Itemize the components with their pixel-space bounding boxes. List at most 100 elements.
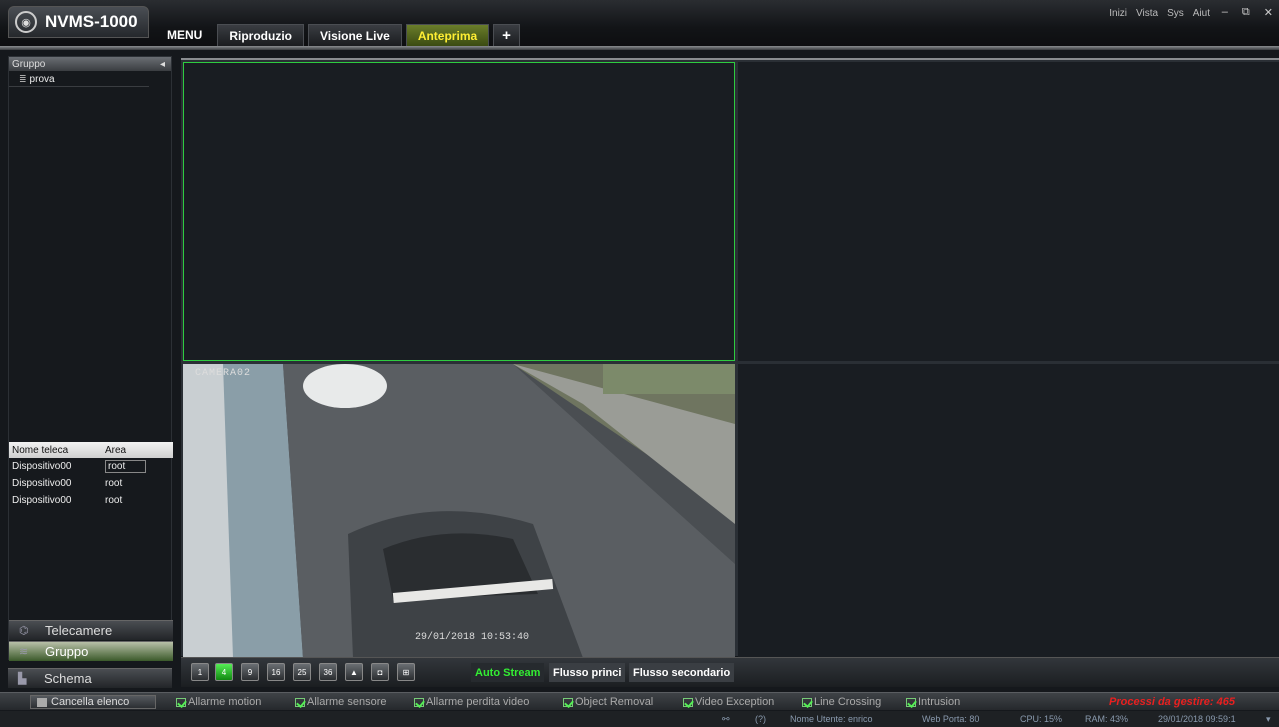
close-icon[interactable]: ✕	[1264, 6, 1273, 19]
status-datetime: 29/01/2018 09:59:1	[1158, 714, 1236, 724]
checkbox-icon[interactable]	[906, 697, 916, 707]
nav-label: Schema	[44, 671, 92, 686]
checkbox-icon[interactable]	[176, 697, 186, 707]
table-row[interactable]: Dispositivo00 root	[9, 458, 173, 475]
column-header-area[interactable]: Area	[105, 445, 126, 456]
filter-label: Allarme motion	[188, 696, 262, 708]
layout-1-button[interactable]: 1	[191, 663, 209, 681]
filter-object-removal[interactable]: Object Removal	[563, 696, 653, 708]
window-controls: – ⧉ ✕	[1208, 6, 1273, 19]
layout-36-button[interactable]: 36	[319, 663, 337, 681]
column-header-name[interactable]: Nome teleca	[9, 445, 105, 456]
area-cell: root	[105, 495, 123, 506]
nav-label: Telecamere	[45, 623, 113, 638]
camera-icon: ⌬	[19, 625, 29, 637]
group-panel-title: Gruppo	[12, 58, 46, 70]
video-channel-3[interactable]: CAMERA02 29/01/2018 10:53:40	[183, 364, 735, 658]
status-user: Nome Utente: enrico	[790, 714, 873, 724]
filter-perdita-video[interactable]: Allarme perdita video	[414, 696, 529, 708]
tab-menu[interactable]: MENU	[156, 24, 213, 46]
checkbox-icon[interactable]	[295, 697, 305, 707]
video-channel-4[interactable]	[738, 364, 1279, 658]
camera-table-header: Nome teleca Area	[9, 442, 173, 458]
network-icon: ⚯	[722, 714, 730, 724]
minimize-icon[interactable]: –	[1222, 6, 1228, 19]
collapse-arrow-icon[interactable]: ◂	[160, 59, 165, 70]
camera-table: Nome teleca Area Dispositivo00 root Disp…	[9, 442, 173, 509]
nav-telecamere[interactable]: ⌬ Telecamere	[9, 620, 173, 640]
clear-list-icon	[37, 697, 47, 707]
title-bar: ◉ NVMS-1000 MENU Riproduzio Visione Live…	[0, 0, 1279, 50]
checkbox-icon[interactable]	[802, 697, 812, 707]
fullscreen-icon[interactable]: ▲	[345, 663, 363, 681]
tree-item-label: prova	[29, 74, 55, 85]
status-ram: RAM: 43%	[1085, 714, 1129, 724]
pending-events-count[interactable]: Processi da gestire: 465	[1109, 696, 1235, 708]
filter-label: Allarme perdita video	[426, 696, 530, 708]
main-stream-button[interactable]: Flusso princi	[549, 663, 626, 682]
layout-9-button[interactable]: 9	[241, 663, 259, 681]
auto-stream-button[interactable]: Auto Stream	[471, 663, 545, 682]
camera-name-cell: Dispositivo00	[12, 495, 72, 506]
filter-video-exception[interactable]: Video Exception	[683, 696, 774, 708]
group-panel-header: Gruppo ◂	[9, 57, 171, 71]
clear-list-label: Cancella elenco	[51, 696, 130, 708]
grid-icon[interactable]: ⊞	[397, 663, 415, 681]
layout-16-button[interactable]: 16	[267, 663, 285, 681]
app-logo: ◉ NVMS-1000	[8, 6, 149, 38]
chevron-down-icon[interactable]: ▾	[1266, 714, 1271, 725]
checkbox-icon[interactable]	[563, 697, 573, 707]
filter-intrusion[interactable]: Intrusion	[906, 696, 960, 708]
tab-riproduzione[interactable]: Riproduzio	[217, 24, 304, 46]
tree-item-prova[interactable]: ≣ prova	[9, 73, 149, 87]
tab-underline	[0, 46, 1279, 50]
group-icon: ≋	[19, 646, 29, 658]
video-channel-2[interactable]	[738, 62, 1279, 361]
menu-vista[interactable]: Vista	[1136, 8, 1158, 19]
snapshot-icon[interactable]: ◘	[371, 663, 389, 681]
nav-gruppo[interactable]: ≋ Gruppo	[9, 641, 173, 661]
alarm-bar: Cancella elenco Allarme motion Allarme s…	[0, 692, 1279, 710]
nav-schema[interactable]: ▙ Schema	[8, 668, 172, 688]
layout-4-button[interactable]: 4	[215, 663, 233, 681]
filter-label: Allarme sensore	[307, 696, 387, 708]
table-row[interactable]: Dispositivo00 root	[9, 492, 173, 509]
checkbox-icon[interactable]	[683, 697, 693, 707]
add-tab-button[interactable]: +	[493, 24, 520, 46]
layout-25-button[interactable]: 25	[293, 663, 311, 681]
camera-name-cell: Dispositivo00	[12, 461, 72, 472]
filter-motion[interactable]: Allarme motion	[176, 696, 261, 708]
camera-feed-image	[183, 364, 735, 658]
filter-label: Object Removal	[575, 696, 654, 708]
status-cpu: CPU: 15%	[1020, 714, 1063, 724]
status-web-port: Web Porta: 80	[922, 714, 980, 724]
restore-icon[interactable]: ⧉	[1242, 6, 1250, 19]
video-channel-1-selected[interactable]	[183, 62, 735, 361]
tab-anteprima[interactable]: Anteprima	[405, 24, 490, 46]
app-title: NVMS-1000	[45, 12, 138, 31]
filter-sensore[interactable]: Allarme sensore	[295, 696, 386, 708]
main-tabs: MENU Riproduzio Visione Live Anteprima +	[156, 24, 524, 46]
table-row[interactable]: Dispositivo00 root	[9, 475, 173, 492]
sidebar: Gruppo ◂ ≣ prova Nome teleca Area Dispos…	[8, 56, 173, 661]
tab-visione-live[interactable]: Visione Live	[308, 24, 402, 46]
help-icon[interactable]: (?)	[755, 714, 766, 724]
clear-list-button[interactable]: Cancella elenco	[30, 695, 156, 709]
filter-label: Intrusion	[918, 696, 961, 708]
group-node-icon: ≣	[19, 74, 27, 84]
schema-icon: ▙	[18, 673, 27, 685]
area-cell: root	[105, 478, 123, 489]
area-cell: root	[105, 460, 147, 473]
nav-label: Gruppo	[45, 644, 89, 659]
camera-name-cell: Dispositivo00	[12, 478, 72, 489]
menu-inizi[interactable]: Inizi	[1109, 8, 1127, 19]
status-bar: ⚯ (?) Nome Utente: enrico Web Porta: 80 …	[0, 711, 1279, 727]
video-grid: CAMERA02 29/01/2018 10:53:40	[181, 58, 1279, 658]
sub-stream-button[interactable]: Flusso secondario	[629, 663, 735, 682]
menu-sys[interactable]: Sys	[1167, 8, 1184, 19]
filter-label: Line Crossing	[814, 696, 882, 708]
view-toolbar: 1 4 9 16 25 36 ▲ ◘ ⊞ Auto Stream Flusso …	[181, 657, 1279, 687]
filter-line-crossing[interactable]: Line Crossing	[802, 696, 881, 708]
camera-timestamp-overlay: 29/01/2018 10:53:40	[415, 632, 530, 643]
checkbox-icon[interactable]	[414, 697, 424, 707]
